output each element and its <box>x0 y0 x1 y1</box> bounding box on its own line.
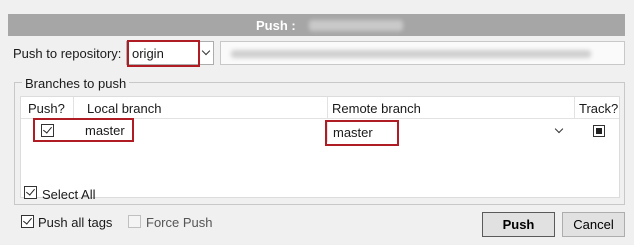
push-all-tags-label[interactable]: Push all tags <box>38 215 112 230</box>
select-all-checkbox[interactable] <box>24 186 37 199</box>
origin-highlight-annotation <box>127 40 200 67</box>
push-dialog: Push : Push to repository: origin Branch… <box>0 0 634 245</box>
branches-group-title: Branches to push <box>22 76 130 91</box>
push-all-tags-checkbox[interactable] <box>21 215 34 228</box>
chevron-down-icon[interactable] <box>554 124 564 134</box>
check-mark-icon <box>26 186 35 196</box>
branches-table: Push? Local branch Remote branch Track? … <box>20 96 620 198</box>
local-branch-highlight-annotation <box>33 118 134 142</box>
column-header-push[interactable]: Push? <box>28 101 65 116</box>
indeterminate-mark-icon <box>596 128 602 134</box>
column-separator <box>574 97 575 119</box>
window-title: Push : <box>256 18 296 33</box>
push-button[interactable]: Push <box>482 212 555 237</box>
select-all-label[interactable]: Select All <box>42 187 95 202</box>
force-push-label[interactable]: Force Push <box>146 215 212 230</box>
check-mark-icon <box>23 215 32 225</box>
column-header-local-branch[interactable]: Local branch <box>87 101 161 116</box>
column-separator <box>327 97 328 119</box>
redacted-url <box>231 50 591 58</box>
title-bar: Push : <box>8 14 625 36</box>
repository-url-field <box>220 41 625 65</box>
track-checkbox[interactable] <box>593 125 605 137</box>
column-header-track[interactable]: Track? <box>579 101 618 116</box>
table-header: Push? Local branch Remote branch Track? <box>21 97 619 119</box>
repository-dropdown-button[interactable] <box>198 42 213 64</box>
redacted-repo-name <box>309 20 403 31</box>
repository-label: Push to repository: <box>13 46 122 61</box>
force-push-checkbox[interactable] <box>128 215 141 228</box>
column-separator <box>73 97 74 119</box>
chevron-down-icon <box>201 46 211 56</box>
column-header-remote-branch[interactable]: Remote branch <box>332 101 421 116</box>
remote-branch-highlight-annotation <box>325 120 399 146</box>
cancel-button[interactable]: Cancel <box>562 212 625 237</box>
